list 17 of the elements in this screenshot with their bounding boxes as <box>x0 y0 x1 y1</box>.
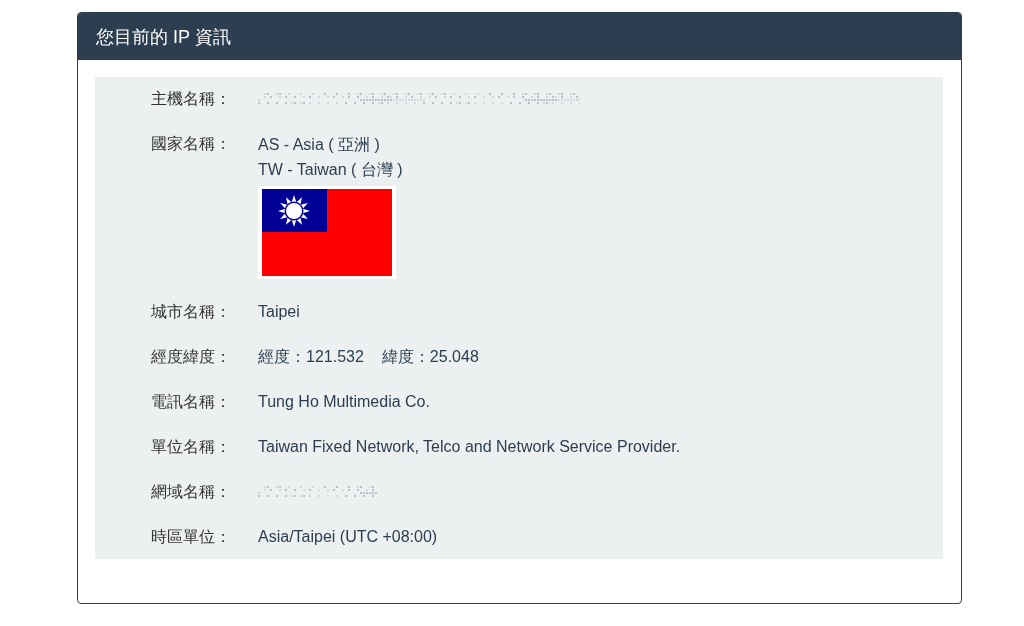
info-value: Taiwan Fixed Network, Telco and Network Service Provider. <box>258 437 681 457</box>
info-value: Asia/Taipei (UTC +08:00) <box>258 527 438 547</box>
country-line: AS - Asia ( 亞洲 ) <box>258 135 380 155</box>
country-line: TW - Taiwan ( 台灣 ) <box>258 160 403 180</box>
coordinate-value: 經度：121.532 <box>258 347 364 367</box>
info-value: Tung Ho Multimedia Co. <box>258 392 430 412</box>
info-label: 電訊名稱： <box>151 392 231 412</box>
info-label: 城市名稱： <box>151 302 231 322</box>
info-label: 經度緯度： <box>151 347 231 367</box>
info-label: 單位名稱： <box>151 437 231 457</box>
coordinate-value: 緯度：25.048 <box>381 347 479 367</box>
info-label: 時區單位： <box>151 527 231 547</box>
info-label: 國家名稱： <box>151 134 231 154</box>
card-title: 您目前的 IP 資訊 <box>96 25 231 49</box>
info-value: Taipei <box>258 302 300 322</box>
info-label: 主機名稱： <box>151 89 231 109</box>
info-label: 網域名稱： <box>151 482 231 502</box>
